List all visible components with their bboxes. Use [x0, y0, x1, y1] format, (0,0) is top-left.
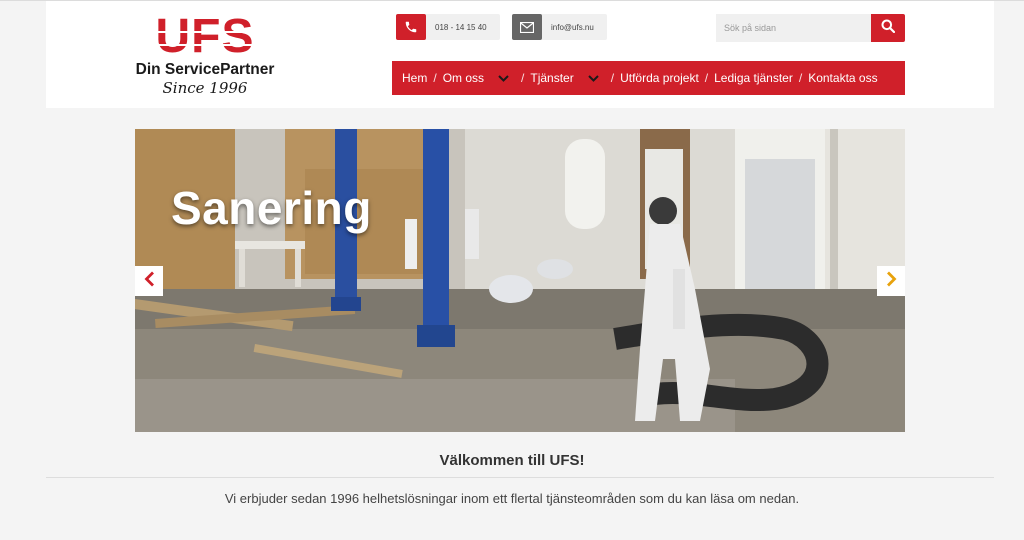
- logo-stripe: [146, 31, 264, 33]
- nav-label: Lediga tjänster: [714, 71, 793, 85]
- slide-title: Sanering: [171, 182, 372, 234]
- nav-separator: /: [521, 71, 525, 85]
- email-contact[interactable]: info@ufs.nu: [512, 14, 607, 40]
- nav-separator: /: [704, 71, 709, 85]
- nav-item-om-oss[interactable]: Om oss: [443, 61, 515, 95]
- phone-icon: [396, 14, 426, 40]
- logo-brand: UFS: [155, 10, 255, 63]
- intro-text: Vi erbjuder sedan 1996 helhetslösningar …: [224, 491, 800, 506]
- search-form: [716, 14, 905, 42]
- phone-contact[interactable]: 018 - 14 15 40: [396, 14, 500, 40]
- search-icon: [881, 19, 896, 38]
- logo-stripe: [146, 44, 264, 46]
- nav-label: Utförda projekt: [620, 71, 699, 85]
- hero-slider: Sanering: [135, 129, 905, 432]
- nav-item-hem[interactable]: Hem: [402, 61, 427, 95]
- nav-item-kontakta-oss[interactable]: Kontakta oss: [808, 61, 877, 95]
- nav-item-utforda-projekt[interactable]: Utförda projekt: [620, 61, 699, 95]
- nav-separator: /: [798, 71, 803, 85]
- nav-item-lediga-tjanster[interactable]: Lediga tjänster: [714, 61, 793, 95]
- logo-tagline: Din ServicePartner: [135, 61, 275, 78]
- slide-image: [135, 129, 905, 432]
- nav-item-tjanster[interactable]: Tjänster: [530, 61, 604, 95]
- slider-next-button[interactable]: [877, 266, 905, 296]
- nav-separator: /: [433, 71, 437, 85]
- logo[interactable]: UFS Din ServicePartner Since 1996: [134, 13, 276, 99]
- chevron-down-icon[interactable]: [588, 71, 599, 85]
- section-divider: [46, 477, 994, 478]
- chevron-down-icon[interactable]: [498, 71, 509, 85]
- chevron-right-icon: [886, 271, 897, 292]
- welcome-heading: Välkommen till UFS!: [439, 452, 585, 469]
- site-header: UFS Din ServicePartner Since 1996 018 - …: [46, 1, 994, 108]
- nav-separator: /: [610, 71, 615, 85]
- nav-label: Hem: [402, 71, 428, 85]
- chevron-left-icon: [144, 271, 155, 292]
- search-input[interactable]: [716, 14, 871, 42]
- phone-number: 018 - 14 15 40: [435, 22, 487, 32]
- search-button[interactable]: [871, 14, 905, 42]
- nav-label: Tjänster: [530, 71, 574, 85]
- slider-prev-button[interactable]: [135, 266, 163, 296]
- main-nav: Hem / Om oss / Tjänster / Utförda projek…: [392, 61, 905, 95]
- email-address: info@ufs.nu: [551, 22, 594, 32]
- nav-label: Kontakta oss: [808, 71, 878, 85]
- envelope-icon: [512, 14, 542, 40]
- nav-label: Om oss: [442, 71, 485, 85]
- logo-since: Since 1996: [162, 79, 248, 97]
